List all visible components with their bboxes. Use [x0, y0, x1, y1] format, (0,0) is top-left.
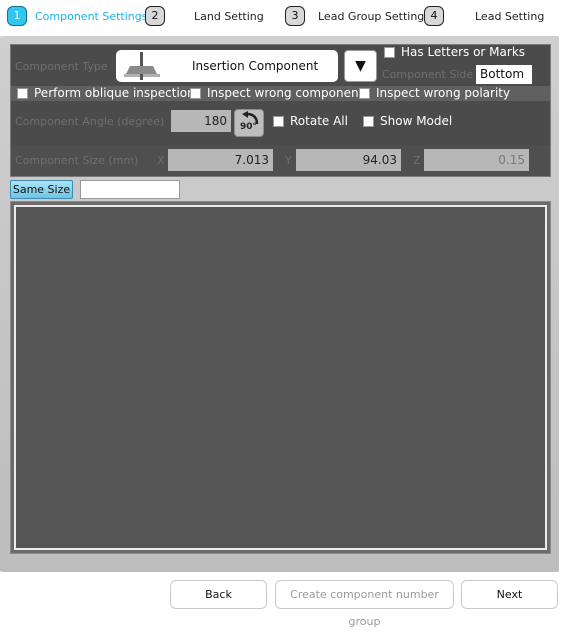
- wizard-steps: 1 Component Settings 2 Land Setting 3 Le…: [0, 0, 566, 36]
- size-z-label: Z: [413, 154, 421, 167]
- has-letters-checkbox[interactable]: [384, 47, 395, 58]
- component-size-row: Component Size (mm) X 7.013 Y 94.03 Z 0.…: [11, 145, 550, 176]
- show-model-label: Show Model: [380, 114, 453, 128]
- size-y-label: Y: [285, 154, 292, 167]
- rotate-90-button[interactable]: 90°: [234, 109, 264, 137]
- component-angle-input[interactable]: 180: [171, 110, 231, 132]
- insertion-component-icon: [124, 52, 160, 80]
- component-type-label: Component Type: [15, 60, 108, 73]
- step-2-label[interactable]: Land Setting: [194, 10, 264, 23]
- component-settings-panel: Component Type Insertion Component ▼ Has…: [10, 44, 551, 177]
- step-4-badge[interactable]: 4: [424, 6, 444, 26]
- wrong-component-label: Inspect wrong component: [207, 86, 364, 100]
- step-2-badge[interactable]: 2: [145, 6, 165, 26]
- show-model-checkbox[interactable]: [363, 116, 374, 127]
- component-side-label: Component Side: [382, 68, 474, 81]
- component-side-value[interactable]: Bottom: [476, 65, 532, 84]
- step-1-label[interactable]: Component Settings: [35, 10, 147, 23]
- create-component-group-button[interactable]: Create component number group: [275, 580, 454, 628]
- step-4-label[interactable]: Lead Setting: [475, 10, 544, 23]
- wrong-polarity-checkbox[interactable]: [359, 88, 370, 99]
- has-letters-label: Has Letters or Marks: [401, 45, 526, 59]
- step-3-badge[interactable]: 3: [285, 6, 305, 26]
- oblique-inspection-checkbox[interactable]: [17, 88, 28, 99]
- oblique-inspection-label: Perform oblique inspection: [34, 86, 195, 100]
- size-y-input[interactable]: 94.03: [296, 149, 401, 171]
- model-view-frame: [10, 201, 551, 554]
- step-3-label[interactable]: Lead Group Setting: [318, 10, 424, 23]
- rotate-all-label: Rotate All: [290, 114, 348, 128]
- rotate-90-text: 90°: [240, 122, 258, 132]
- same-size-input[interactable]: [80, 180, 180, 199]
- inspection-options-row: Perform oblique inspection Inspect wrong…: [11, 86, 550, 101]
- same-size-button[interactable]: Same Size: [10, 180, 73, 199]
- component-type-value: Insertion Component: [192, 59, 319, 73]
- component-size-label: Component Size (mm): [15, 154, 139, 167]
- size-x-input[interactable]: 7.013: [168, 149, 273, 171]
- model-view-canvas[interactable]: [14, 205, 547, 550]
- size-z-input[interactable]: 0.15: [424, 149, 529, 171]
- component-angle-label: Component Angle (degree): [15, 115, 165, 128]
- rotate-all-checkbox[interactable]: [273, 116, 284, 127]
- component-type-select[interactable]: Insertion Component: [116, 50, 338, 82]
- size-x-label: X: [157, 154, 165, 167]
- next-button[interactable]: Next: [461, 580, 558, 609]
- step-1-badge[interactable]: 1: [7, 6, 27, 26]
- back-button[interactable]: Back: [170, 580, 267, 609]
- wrong-component-checkbox[interactable]: [190, 88, 201, 99]
- wrong-polarity-label: Inspect wrong polarity: [376, 86, 511, 100]
- component-type-dropdown-button[interactable]: ▼: [344, 50, 377, 82]
